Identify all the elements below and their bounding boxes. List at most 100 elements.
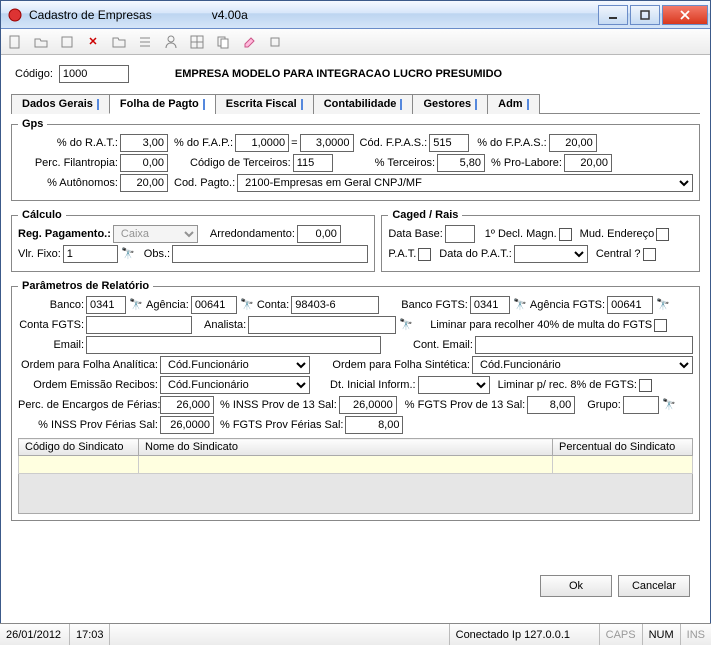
caged-group: Caged / Rais Data Base: 1º Decl. Magn. M… bbox=[381, 209, 700, 272]
folder-icon[interactable] bbox=[109, 32, 129, 52]
save-icon[interactable] bbox=[57, 32, 77, 52]
banco-fgts-search-icon[interactable]: 🔭 bbox=[512, 297, 528, 313]
cod-pagto-select[interactable]: 2100-Empresas em Geral CNPJ/MF bbox=[237, 174, 693, 192]
tab-dados-gerais[interactable]: Dados Gerais bbox=[11, 94, 110, 114]
status-connection: Conectado Ip 127.0.0.1 bbox=[450, 624, 600, 645]
user-icon[interactable] bbox=[161, 32, 181, 52]
arredond-label: Arredondamento: bbox=[210, 228, 295, 240]
reg-pag-label: Reg. Pagamento.: bbox=[18, 228, 111, 240]
enc-ferias-input[interactable] bbox=[160, 396, 214, 414]
cod-terceiros-input[interactable] bbox=[293, 154, 333, 172]
tab-bar: Dados Gerais Folha de Pagto Escrita Fisc… bbox=[11, 93, 700, 114]
agencia-fgts-search-icon[interactable]: 🔭 bbox=[655, 297, 671, 313]
analista-search-icon[interactable]: 🔭 bbox=[398, 317, 414, 333]
pro-labore-input[interactable] bbox=[564, 154, 612, 172]
ordem-sintetica-select[interactable]: Cód.Funcionário bbox=[472, 356, 693, 374]
sind-col-codigo[interactable]: Código do Sindicato bbox=[19, 439, 139, 456]
gps-group: Gps % do R.A.T.: % do F.A.P.: = Cód. F.P… bbox=[11, 118, 700, 201]
sind-col-percentual[interactable]: Percentual do Sindicato bbox=[553, 439, 693, 456]
fgts-13-label: % FGTS Prov de 13 Sal: bbox=[405, 399, 525, 411]
arredond-input[interactable] bbox=[297, 225, 341, 243]
tool-icon[interactable] bbox=[265, 32, 285, 52]
conta-input[interactable] bbox=[291, 296, 379, 314]
banco-input[interactable] bbox=[86, 296, 126, 314]
cod-fpas-input[interactable] bbox=[429, 134, 469, 152]
ok-button[interactable]: Ok bbox=[540, 575, 612, 597]
tab-contabilidade[interactable]: Contabilidade bbox=[313, 94, 414, 114]
vlr-fixo-search-icon[interactable]: 🔭 bbox=[120, 246, 136, 262]
fap-result-input[interactable] bbox=[300, 134, 354, 152]
open-icon[interactable] bbox=[31, 32, 51, 52]
cod-terceiros-label: Código de Terceiros: bbox=[190, 157, 291, 169]
fgts-13-input[interactable] bbox=[527, 396, 575, 414]
status-bar: 26/01/2012 17:03 Conectado Ip 127.0.0.1 … bbox=[0, 623, 711, 645]
filantropia-input[interactable] bbox=[120, 154, 168, 172]
autonomos-label: % Autônomos: bbox=[18, 177, 118, 189]
liminar8-checkbox[interactable] bbox=[639, 379, 652, 392]
cont-email-input[interactable] bbox=[475, 336, 693, 354]
minimize-button[interactable] bbox=[598, 5, 628, 25]
pc-fpas-input[interactable] bbox=[549, 134, 597, 152]
dt-inicial-label: Dt. Inicial Inform.: bbox=[330, 379, 416, 391]
table-row[interactable] bbox=[19, 456, 693, 474]
window-title: Cadastro de Empresas bbox=[29, 8, 152, 22]
new-icon[interactable] bbox=[5, 32, 25, 52]
agencia-search-icon[interactable]: 🔭 bbox=[239, 297, 255, 313]
grupo-search-icon[interactable]: 🔭 bbox=[661, 397, 677, 413]
gps-legend: Gps bbox=[18, 118, 47, 130]
central-checkbox[interactable] bbox=[643, 248, 656, 261]
close-button[interactable] bbox=[662, 5, 708, 25]
codigo-input[interactable] bbox=[59, 65, 129, 83]
decl-magn-checkbox[interactable] bbox=[559, 228, 572, 241]
agencia-input[interactable] bbox=[191, 296, 237, 314]
email-input[interactable] bbox=[86, 336, 381, 354]
list-icon[interactable] bbox=[135, 32, 155, 52]
agencia-fgts-input[interactable] bbox=[607, 296, 653, 314]
erase-icon[interactable] bbox=[239, 32, 259, 52]
inss-ferias-input[interactable] bbox=[160, 416, 214, 434]
status-caps: CAPS bbox=[600, 624, 643, 645]
inss-13-input[interactable] bbox=[339, 396, 397, 414]
dt-inicial-select[interactable] bbox=[418, 376, 490, 394]
ordem-recibos-select[interactable]: Cód.Funcionário bbox=[160, 376, 310, 394]
obs-input[interactable] bbox=[172, 245, 368, 263]
fgts-ferias-input[interactable] bbox=[345, 416, 403, 434]
rat-input[interactable] bbox=[120, 134, 168, 152]
status-time: 17:03 bbox=[70, 624, 110, 645]
banco-label: Banco: bbox=[18, 299, 84, 311]
ordem-analitica-select[interactable]: Cód.Funcionário bbox=[160, 356, 310, 374]
pat-checkbox[interactable] bbox=[418, 248, 431, 261]
tab-adm[interactable]: Adm bbox=[487, 94, 539, 114]
grupo-label: Grupo: bbox=[587, 399, 621, 411]
copy-icon[interactable] bbox=[213, 32, 233, 52]
banco-fgts-input[interactable] bbox=[470, 296, 510, 314]
ordem-recibos-label: Ordem Emissão Recibos: bbox=[18, 379, 158, 391]
analista-input[interactable] bbox=[248, 316, 396, 334]
liminar40-checkbox[interactable] bbox=[654, 319, 667, 332]
sind-col-nome[interactable]: Nome do Sindicato bbox=[139, 439, 553, 456]
tab-gestores[interactable]: Gestores bbox=[412, 94, 488, 114]
grid-icon[interactable] bbox=[187, 32, 207, 52]
obs-label: Obs.: bbox=[144, 248, 170, 260]
fap-input[interactable] bbox=[235, 134, 289, 152]
pc-terceiros-input[interactable] bbox=[437, 154, 485, 172]
delete-icon[interactable]: ✕ bbox=[83, 32, 103, 52]
calculo-group: Cálculo Reg. Pagamento.: Caixa Arredonda… bbox=[11, 209, 375, 272]
conta-fgts-input[interactable] bbox=[86, 316, 192, 334]
tab-escrita-fiscal[interactable]: Escrita Fiscal bbox=[215, 94, 314, 114]
conta-label: Conta: bbox=[257, 299, 289, 311]
grupo-input[interactable] bbox=[623, 396, 659, 414]
tab-folha-pagto[interactable]: Folha de Pagto bbox=[109, 94, 216, 114]
status-num: NUM bbox=[643, 624, 681, 645]
cancel-button[interactable]: Cancelar bbox=[618, 575, 690, 597]
cont-email-label: Cont. Email: bbox=[413, 339, 473, 351]
banco-search-icon[interactable]: 🔭 bbox=[128, 297, 144, 313]
maximize-button[interactable] bbox=[630, 5, 660, 25]
vlr-fixo-input[interactable] bbox=[63, 245, 118, 263]
data-base-label: Data Base: bbox=[388, 228, 442, 240]
reg-pag-select[interactable]: Caixa bbox=[113, 225, 198, 243]
data-pat-select[interactable] bbox=[514, 245, 588, 263]
data-base-input[interactable] bbox=[445, 225, 475, 243]
autonomos-input[interactable] bbox=[120, 174, 168, 192]
mud-endereco-checkbox[interactable] bbox=[656, 228, 669, 241]
